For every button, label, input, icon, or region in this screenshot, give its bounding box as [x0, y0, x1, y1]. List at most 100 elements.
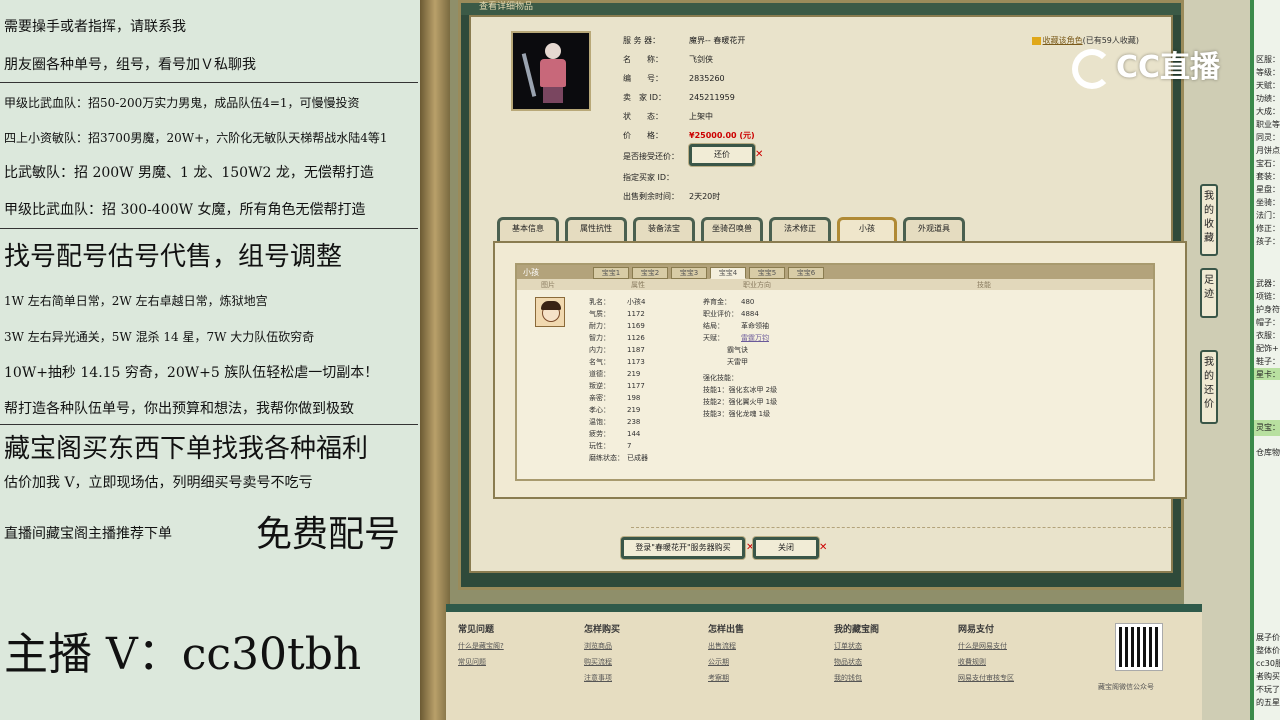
strip-label: 套装： [1256, 172, 1280, 181]
strip-label: 帽子： [1256, 318, 1280, 327]
footer-link[interactable]: 公示期 [708, 657, 744, 667]
favorite-icon [1031, 36, 1041, 45]
game-window: 查看详细物品 收藏该角色(已有59人收藏) 服 务 器： 魔界-- 春暖花开 名 … [420, 0, 1250, 720]
side-tab-footprints[interactable]: 足迹 [1200, 268, 1218, 318]
strip-label: 衣服： [1256, 331, 1280, 340]
tab-baby-4[interactable]: 宝宝4 [710, 267, 746, 279]
footer-link[interactable]: 购买流程 [584, 657, 620, 667]
login-buy-button[interactable]: 登录"春暖花开"服务器购买 [621, 537, 745, 559]
info-server: 服 务 器： 魔界-- 春暖花开 [623, 36, 746, 45]
enhance-skill-link[interactable]: 技能1：强化玄冰甲 2级 [703, 385, 777, 395]
cc-watermark: CC直播 [1072, 42, 1220, 89]
info-line: 估价加我 V，立即现场估，列明细买号卖号不吃亏 [4, 475, 313, 491]
footer-link[interactable]: 出售流程 [708, 641, 744, 651]
info-buyer: 指定买家 ID： [623, 173, 675, 182]
footer-link[interactable]: 我的钱包 [834, 673, 879, 683]
child-stat: 疲劳： 144 [589, 430, 641, 438]
footer-link[interactable]: 常见问题 [458, 657, 504, 667]
info-line: 比武敏队：招 200W 男魔、1 龙、150W2 龙，无偿帮打造 [4, 165, 374, 181]
strip-label: 鞋子： [1256, 357, 1280, 366]
strip-label: 修正： [1256, 224, 1280, 233]
strip-label: 等级： [1256, 68, 1280, 77]
strip-label: 孩子： [1256, 237, 1280, 246]
close-button[interactable]: 关闭 [753, 537, 819, 559]
tab-baby-2[interactable]: 宝宝2 [632, 267, 668, 279]
side-tab-favorites[interactable]: 我的收藏 [1200, 184, 1218, 256]
col-header-image: 图片 [541, 281, 555, 289]
children-panel-title: 小孩 [523, 268, 539, 277]
tab-equipment[interactable]: 装备法宝 [633, 217, 695, 241]
child-career-rating: 职业评价： 4884 [703, 310, 759, 318]
footer-link[interactable]: 网易支付审核专区 [958, 673, 1014, 683]
child-stat: 孝心： 219 [589, 406, 641, 414]
info-line: 甲级比武血队：招50-200万实力男鬼，成品队伍4=1，可慢慢投资 [4, 96, 360, 110]
strip-label: 的五星 [1256, 698, 1280, 707]
close-icon: ✕ [755, 149, 764, 160]
info-line: 朋友圈各种单号，组号，看号加Ｖ私聊我 [4, 57, 256, 73]
footer-col-my-cbg: 我的藏宝阁 订单状态 物品状态 我的钱包 [834, 625, 880, 683]
tab-spells[interactable]: 法术修正 [769, 217, 831, 241]
divider [0, 228, 418, 229]
footer-link[interactable]: 收費规则 [958, 657, 1014, 667]
stream-info-panel: 需要操手或者指挥，请联系我 朋友圈各种单号，组号，看号加Ｖ私聊我 甲级比武血队：… [0, 0, 420, 720]
side-tab-my-offers[interactable]: 我的还价 [1200, 350, 1218, 424]
info-line: 1W 左右简单日常，2W 左右卓越日常，炼狱地宫 [4, 294, 268, 308]
child-stat: 亲密： 198 [589, 394, 641, 402]
item-detail-dialog: 查看详细物品 收藏该角色(已有59人收藏) 服 务 器： 魔界-- 春暖花开 名 … [458, 0, 1187, 590]
strip-label: 不玩了 [1256, 685, 1280, 694]
child-stat: 智力： 1126 [589, 334, 645, 342]
tab-baby-6[interactable]: 宝宝6 [788, 267, 824, 279]
tab-children[interactable]: 小孩 [837, 217, 897, 241]
tab-appearance[interactable]: 外观道具 [903, 217, 965, 241]
info-status: 状 态： 上架中 [623, 112, 713, 121]
strip-label: 星盘： [1256, 185, 1280, 194]
child-stat: 温饱： 238 [589, 418, 641, 426]
footer-col-faq: 常见问题 什么是藏宝阁? 常见问题 [458, 625, 504, 667]
strip-label: 法门： [1256, 211, 1280, 220]
info-line: 3W 左右异光通关，5W 混杀 14 星，7W 大力队伍砍穷奇 [4, 330, 315, 344]
tab-mounts-pets[interactable]: 坐骑召唤兽 [701, 217, 763, 241]
footer-link[interactable]: 浏览商品 [584, 641, 620, 651]
footer-link[interactable]: 什么是藏宝阁? [458, 641, 504, 651]
info-remaining-time: 出售剩余时间： 2天20时 [623, 192, 721, 201]
counter-offer-button[interactable]: 还价 [689, 144, 755, 166]
footer-link[interactable]: 什么是网易支付 [958, 641, 1014, 651]
strip-label: 护身符 [1256, 305, 1280, 314]
child-avatar [535, 297, 565, 327]
divider [0, 424, 418, 425]
dialog-title-bar: 查看详细物品 [461, 2, 1181, 15]
dialog-body: 收藏该角色(已有59人收藏) 服 务 器： 魔界-- 春暖花开 名 称： 飞剑侠 编… [469, 15, 1187, 573]
info-name: 名 称： 飞剑侠 [623, 55, 713, 64]
tab-baby-1[interactable]: 宝宝1 [593, 267, 629, 279]
footer-link[interactable]: 物品状态 [834, 657, 879, 667]
tab-baby-5[interactable]: 宝宝5 [749, 267, 785, 279]
footer-link[interactable]: 注意事项 [584, 673, 620, 683]
info-id: 编 号： 2835260 [623, 74, 725, 83]
tab-basic-info[interactable]: 基本信息 [497, 217, 559, 241]
strip-label: 配饰+ [1256, 344, 1279, 353]
strip-label: 宝石： [1256, 159, 1280, 168]
child-stat: 名气： 1173 [589, 358, 645, 366]
info-line: 直播间藏宝阁主播推荐下单 [4, 526, 172, 542]
innate-link[interactable]: 天雷甲 [727, 357, 748, 367]
character-portrait [511, 31, 591, 111]
col-header-attributes: 属性 [631, 281, 645, 289]
tab-baby-3[interactable]: 宝宝3 [671, 267, 707, 279]
tab-content: 小孩 宝宝1 宝宝2 宝宝3 宝宝4 宝宝5 宝宝6 图片 属性 职业方向 技能 [493, 241, 1187, 499]
innate-link[interactable]: 霸气诀 [727, 345, 748, 355]
qr-code [1115, 623, 1163, 671]
tab-attributes[interactable]: 属性抗性 [565, 217, 627, 241]
innate-link[interactable]: 雷霆万钧 [741, 334, 769, 342]
footer-col-pay: 网易支付 什么是网易支付 收費规则 网易支付审核专区 [958, 625, 1014, 683]
strip-label: 展子价 [1256, 633, 1280, 642]
footer-link[interactable]: 考察期 [708, 673, 744, 683]
child-innate-label: 天赋： 雷霆万钧 [703, 334, 769, 342]
strip-label: 项链： [1256, 292, 1280, 301]
enhance-skill-link[interactable]: 技能3：强化龙魂 1级 [703, 409, 770, 419]
footer-link[interactable]: 订单状态 [834, 641, 879, 651]
info-line: 甲级比武血队：招 300-400W 女魔，所有角色无偿帮打造 [4, 202, 366, 218]
info-line: 需要操手或者指挥，请联系我 [4, 19, 186, 35]
child-stat: 乳名： 小孩4 [589, 298, 646, 306]
enhance-skill-link[interactable]: 技能2：强化翼火甲 1级 [703, 397, 777, 407]
strip-label: 同灵： [1256, 133, 1280, 142]
